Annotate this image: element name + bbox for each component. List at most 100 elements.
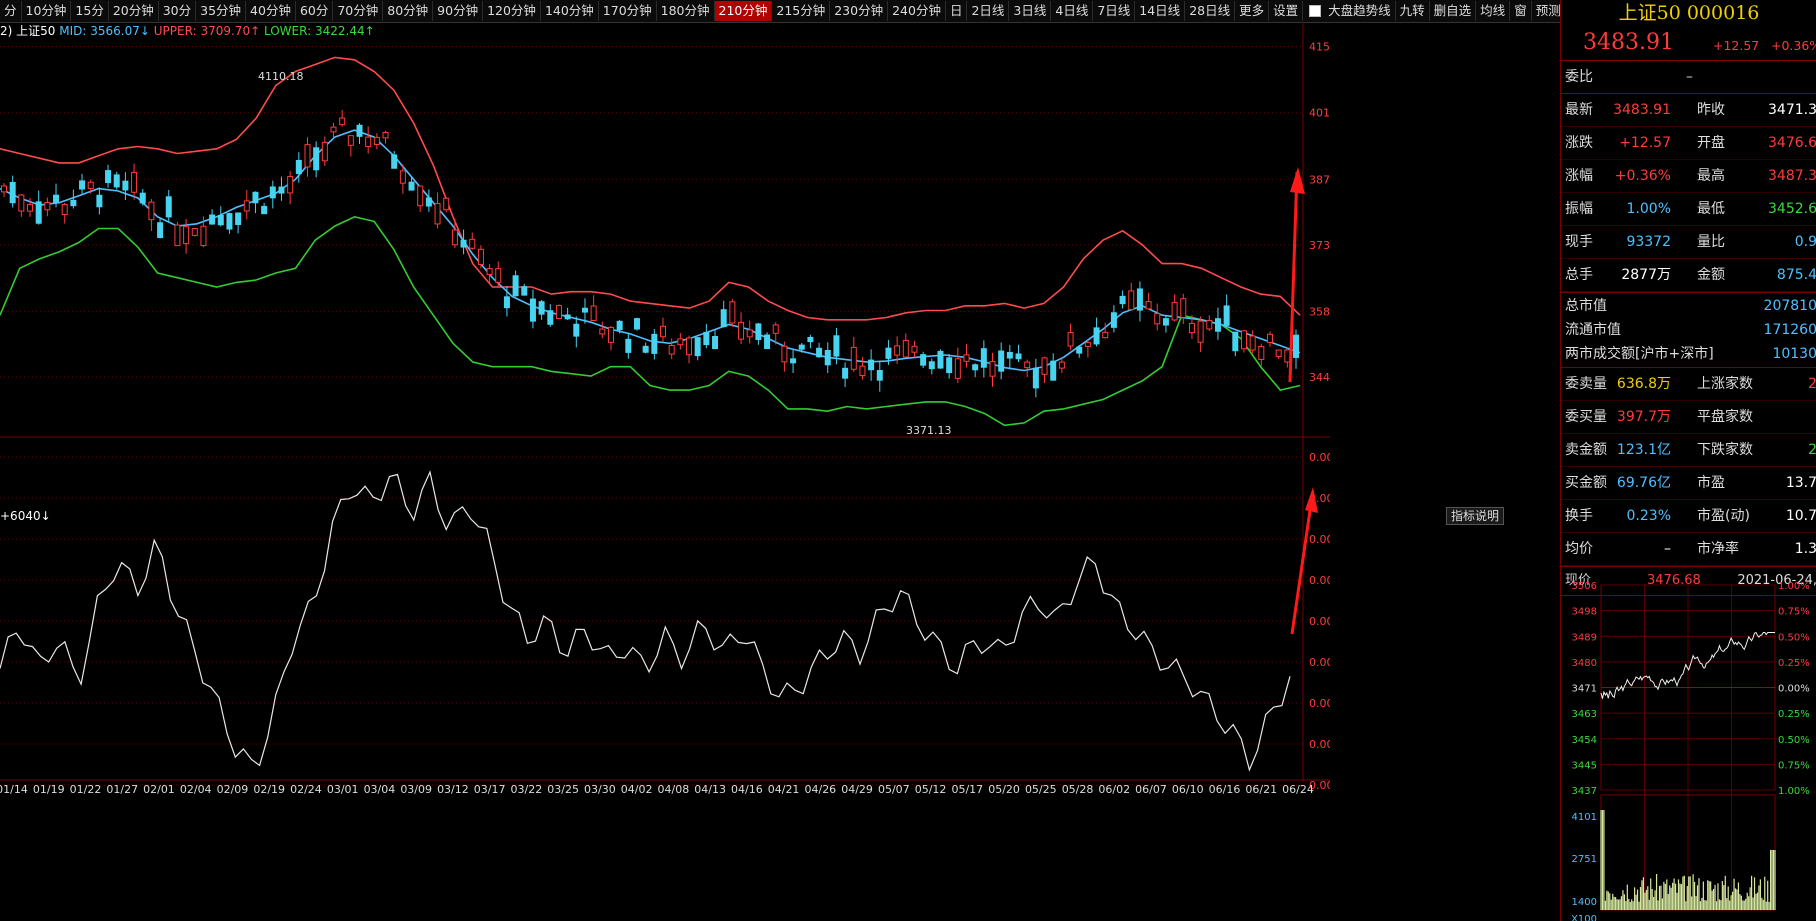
candle-body [1266, 333, 1273, 343]
candle-body [1284, 349, 1291, 363]
x-tick-label: 05/20 [988, 783, 1020, 796]
quote-label: 总手 [1565, 267, 1593, 283]
tab-timeframe[interactable]: 20分钟 [109, 1, 159, 21]
tab-timeframe[interactable]: 60分 [296, 1, 334, 21]
quote-label: 卖金额 [1565, 442, 1607, 458]
toolbar-button[interactable]: 九转 [1396, 1, 1430, 21]
candle-body [35, 201, 42, 224]
candle-body [1145, 301, 1152, 310]
candle-body [660, 325, 667, 338]
mini-right-tick: 0.75% [1778, 760, 1810, 771]
x-tick-label: 03/04 [364, 783, 396, 796]
tab-timeframe[interactable]: 90分钟 [433, 1, 484, 21]
candle-body [729, 301, 736, 324]
x-tick-label: 03/25 [547, 783, 579, 796]
tab-timeframe[interactable]: 设置 [1269, 1, 1304, 21]
quote-value: 3483.91 [1613, 102, 1671, 118]
candle-body [122, 180, 129, 191]
quote-row: 涨跌 +12.57 开盘 3476.6 [1561, 127, 1816, 160]
mid-label: MID: [59, 24, 87, 38]
upper-band-line [0, 56, 1301, 321]
quote-value: 397.7万 [1616, 409, 1671, 425]
candle-body [972, 364, 979, 371]
candle-body [105, 170, 112, 184]
tab-timeframe[interactable]: 230分钟 [830, 1, 889, 21]
candle-body [477, 248, 484, 265]
candle-body [469, 238, 476, 249]
x-tick-label: 05/25 [1025, 783, 1057, 796]
tab-timeframe[interactable]: 14日线 [1135, 1, 1186, 21]
low-annotation: 3371.13 [906, 424, 952, 437]
candle-body [1197, 320, 1204, 343]
quote-label: 换手 [1565, 508, 1593, 524]
tab-timeframe[interactable]: 140分钟 [541, 1, 599, 21]
quote-label: 市净率 [1697, 541, 1739, 557]
market-row: 总市值 207810 [1561, 294, 1816, 318]
tab-timeframe[interactable]: 分 [0, 1, 22, 21]
candle-body [876, 370, 883, 381]
quote-value: 3471.3 [1768, 102, 1816, 118]
candle-body [633, 318, 640, 330]
tab-timeframe[interactable]: 28日线 [1185, 1, 1236, 21]
toolbar-button[interactable]: 窗 [1510, 1, 1532, 21]
x-tick-label: 03/17 [474, 783, 506, 796]
candle-body [226, 213, 233, 230]
quote-value: 1.00% [1626, 201, 1671, 217]
lower-value: 3422.44↑ [314, 24, 375, 38]
candle-body [703, 331, 710, 346]
candle-body [347, 135, 354, 146]
candle-body [555, 305, 562, 320]
tab-timeframe[interactable]: 120分钟 [483, 1, 541, 21]
toolbar-button[interactable]: 删自选 [1430, 1, 1477, 21]
quote-label: 最低 [1697, 201, 1725, 217]
candle-body [946, 357, 953, 374]
y-tick-label: 4012 [1309, 107, 1330, 120]
candle-body [1240, 330, 1247, 350]
trend-label[interactable]: 大盘趋势线 [1324, 1, 1396, 21]
tab-timeframe[interactable]: 170分钟 [599, 1, 657, 21]
x-tick-label: 03/01 [327, 783, 359, 796]
toolbar-button[interactable]: 均线 [1476, 1, 1511, 21]
tab-timeframe[interactable]: 7日线 [1093, 1, 1136, 21]
candle-body [824, 350, 831, 366]
quote-value: 93372 [1626, 234, 1671, 250]
y-tick-label: 3448 [1309, 371, 1330, 384]
toolbar-button[interactable]: 预测 [1532, 1, 1560, 21]
tab-timeframe[interactable]: 更多 [1235, 1, 1270, 21]
mini-right-tick: 0.25% [1778, 709, 1810, 720]
tab-timeframe[interactable]: 3日线 [1009, 1, 1052, 21]
quote-value: – [1664, 541, 1671, 557]
trend-checkbox[interactable] [1309, 5, 1322, 17]
tab-timeframe[interactable]: 4日线 [1051, 1, 1094, 21]
kline-chart[interactable]: 4153 4012 3870 3730 3588 3448 4110.18 3371.13 0.… [0, 22, 1330, 921]
tab-timeframe[interactable]: 70分钟 [333, 1, 384, 21]
tab-timeframe[interactable]: 40分钟 [246, 1, 296, 21]
tab-timeframe[interactable]: 80分钟 [383, 1, 434, 21]
x-tick-label: 06/21 [1245, 783, 1277, 796]
candle-body [96, 194, 103, 208]
toolbar-right-items: 九转 删自选 均线窗预测 [1396, 1, 1560, 21]
intraday-mini-chart[interactable]: 3506 1.00% 3498 0.75% 3489 0.50% 3480 0.25% 3471… [1561, 580, 1816, 921]
tab-timeframe[interactable]: 15分 [71, 1, 109, 21]
quote-value: 0.9 [1794, 234, 1816, 250]
tab-timeframe[interactable]: 180分钟 [657, 1, 715, 21]
candle-body [937, 350, 944, 369]
tab-timeframe[interactable]: 210分钟 [714, 1, 773, 21]
tab-timeframe[interactable]: 240分钟 [888, 1, 946, 21]
tab-timeframe[interactable]: 215分钟 [772, 1, 831, 21]
tab-timeframe[interactable]: 2日线 [967, 1, 1010, 21]
candle-body [44, 201, 51, 211]
candle-body [1162, 318, 1169, 326]
mini-right-tick: 0.50% [1778, 632, 1810, 643]
candle-body [816, 347, 823, 358]
x-tick-label: 03/22 [511, 783, 543, 796]
tab-timeframe[interactable]: 10分钟 [22, 1, 72, 21]
tab-timeframe[interactable]: 日 [946, 1, 968, 21]
candle-body [252, 191, 259, 204]
candle-body [772, 324, 779, 334]
quote-label: 量比 [1697, 234, 1725, 250]
tab-timeframe[interactable]: 35分钟 [196, 1, 247, 21]
quote-label: 市盈 [1697, 475, 1725, 491]
tab-timeframe[interactable]: 30分 [159, 1, 197, 21]
indicator-explain-button[interactable]: 指标说明 [1446, 507, 1505, 525]
